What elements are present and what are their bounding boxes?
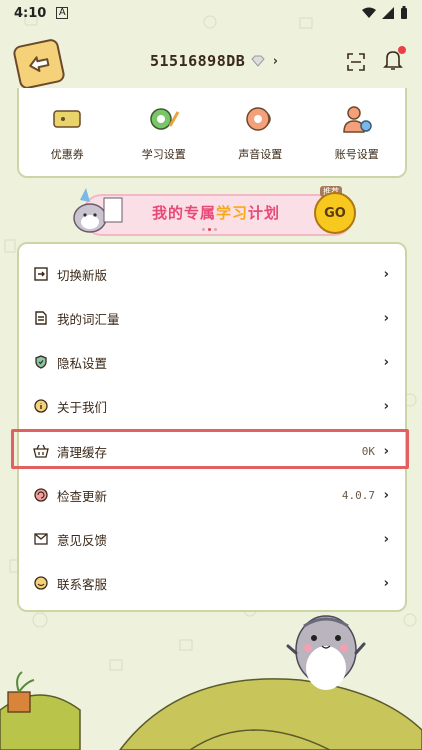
study-settings-icon [146, 102, 182, 136]
shortcut-panel: 优惠券 学习设置 声音设置 账号设置 [17, 88, 407, 178]
back-arrow-icon [29, 56, 50, 73]
menu-item-switch-version[interactable]: 切换新版 › [19, 252, 405, 296]
settings-menu: 切换新版 › 我的词汇量 › 隐私设置 › 关于我们 › 清理缓存 0K › 检… [17, 242, 407, 612]
sound-settings-icon [242, 102, 278, 136]
shortcut-sound-settings[interactable]: 声音设置 [220, 102, 300, 162]
shortcut-account-settings[interactable]: 账号设置 [317, 102, 397, 162]
banner-title-pink: 我的专属 [152, 204, 217, 222]
coupon-icon [49, 102, 85, 136]
shortcut-label: 优惠券 [50, 148, 84, 161]
menu-item-check-update[interactable]: 检查更新 4.0.7 › [19, 473, 405, 517]
status-time: 4:10 [14, 5, 47, 21]
pager-dot [202, 228, 205, 231]
customer-service-icon [33, 575, 49, 591]
menu-item-privacy[interactable]: 隐私设置 › [19, 340, 405, 384]
app-notification-icon: A [56, 7, 69, 19]
mail-icon [33, 531, 49, 547]
diamond-icon [251, 55, 265, 67]
hamster-mascot-icon [286, 615, 366, 706]
status-bar: 4:10 A [0, 0, 422, 26]
notification-button[interactable] [382, 46, 406, 72]
menu-item-label: 意见反馈 [57, 532, 108, 548]
chevron-right-icon: › [383, 575, 389, 591]
version-value: 4.0.7 [341, 488, 375, 502]
update-icon [33, 487, 49, 503]
battery-icon [401, 6, 407, 19]
shortcut-study-settings[interactable]: 学习设置 [124, 102, 204, 162]
shortcut-coupon[interactable]: 优惠券 [27, 102, 107, 162]
signal-icon [382, 6, 394, 19]
banner-pager [202, 228, 217, 231]
chevron-right-icon: › [383, 398, 389, 414]
vocabulary-icon [33, 310, 49, 326]
menu-item-about[interactable]: 关于我们 › [19, 384, 405, 428]
chevron-right-icon: › [383, 354, 389, 370]
hamster-mascot-icon [73, 188, 123, 233]
menu-item-label: 检查更新 [57, 488, 108, 504]
menu-item-label: 关于我们 [57, 399, 108, 415]
pager-dot-active [208, 228, 211, 231]
banner-title: 我的专属学习计划 [152, 202, 280, 223]
menu-item-feedback[interactable]: 意见反馈 › [19, 517, 405, 561]
scan-icon[interactable] [346, 52, 366, 72]
pager-dot [214, 228, 217, 231]
menu-item-label: 隐私设置 [57, 355, 108, 371]
chevron-right-icon: › [383, 266, 389, 282]
menu-item-label: 我的词汇量 [57, 311, 120, 327]
back-button[interactable] [11, 37, 67, 91]
notification-badge [398, 46, 406, 54]
study-plan-banner[interactable]: 我的专属学习计划 推荐 GO [62, 184, 362, 240]
chevron-right-icon: › [383, 310, 389, 326]
chevron-right-icon: › [383, 531, 389, 547]
user-id-button[interactable]: 51516898DB › [150, 52, 280, 70]
shortcut-label: 声音设置 [238, 148, 283, 161]
banner-title-end: 计划 [248, 204, 281, 222]
banner-title-orange: 学习 [216, 204, 249, 222]
shortcut-label: 学习设置 [141, 148, 186, 161]
menu-item-label: 切换新版 [57, 267, 108, 283]
chevron-right-icon: › [383, 487, 389, 503]
account-settings-icon [339, 102, 375, 136]
status-icons [362, 6, 408, 19]
user-id-text: 51516898DB [150, 52, 246, 70]
wifi-icon [362, 7, 376, 18]
go-button[interactable]: GO [314, 192, 356, 234]
shortcut-label: 账号设置 [334, 148, 379, 161]
switch-version-icon [33, 266, 49, 282]
info-icon [33, 398, 49, 414]
menu-item-label: 联系客服 [57, 576, 108, 592]
privacy-shield-icon [33, 354, 49, 370]
header: 51516898DB › [0, 34, 422, 91]
chevron-right-icon: › [271, 53, 280, 69]
clear-cache-highlight [11, 429, 409, 469]
menu-item-vocabulary[interactable]: 我的词汇量 › [19, 296, 405, 340]
